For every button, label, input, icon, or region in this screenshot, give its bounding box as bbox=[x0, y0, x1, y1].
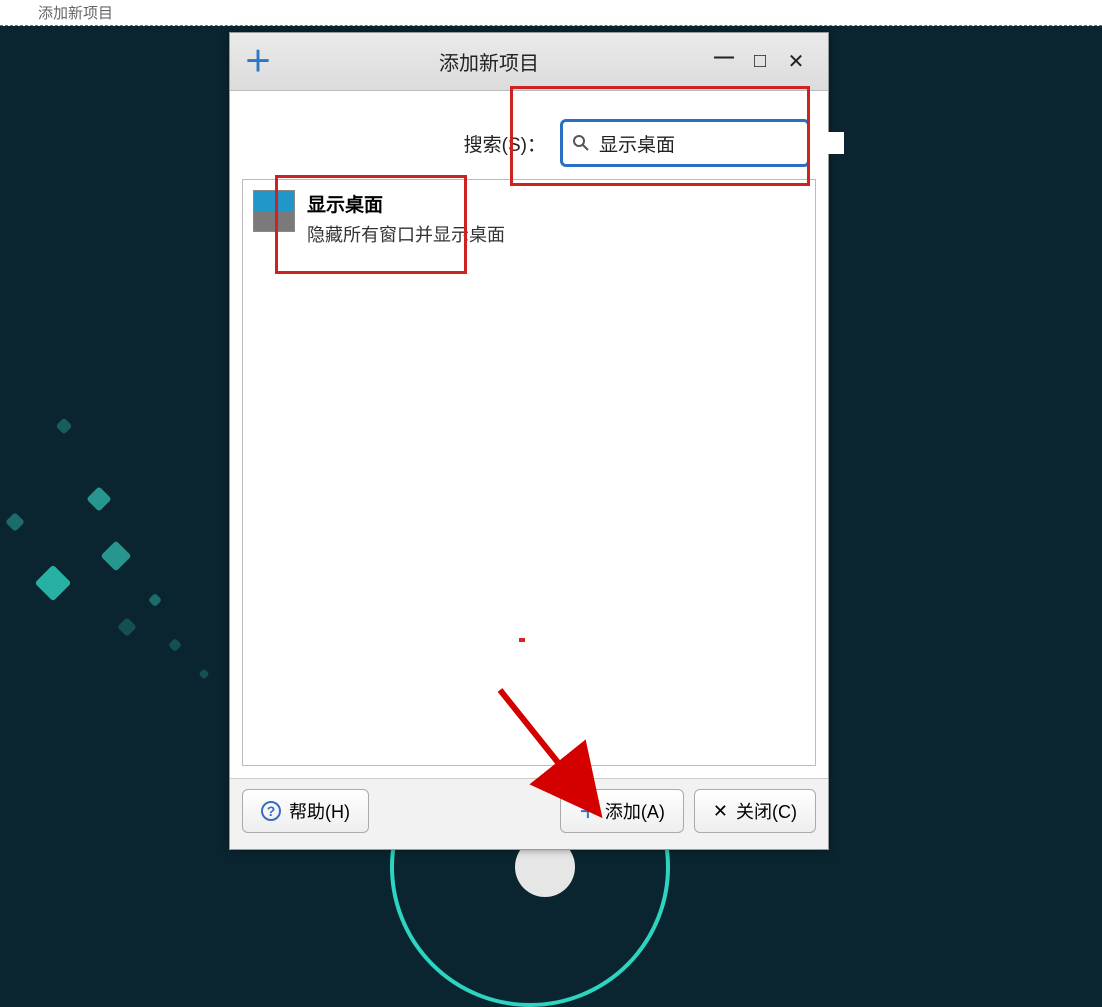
help-icon: ? bbox=[261, 801, 281, 821]
list-item-title: 显示桌面 bbox=[307, 190, 505, 217]
search-input[interactable] bbox=[599, 132, 844, 154]
close-button-label: 关闭(C) bbox=[736, 798, 797, 824]
help-button[interactable]: ? 帮助(H) bbox=[242, 789, 369, 833]
close-button[interactable]: ✕ 关闭(C) bbox=[694, 789, 816, 833]
plus-icon: ＋ bbox=[579, 798, 597, 824]
add-button[interactable]: ＋ 添加(A) bbox=[560, 789, 684, 833]
search-row: 搜索(S)： bbox=[230, 91, 828, 179]
search-label: 搜索(S)： bbox=[464, 130, 546, 157]
help-button-label: 帮助(H) bbox=[289, 798, 350, 824]
maximize-button[interactable]: □ bbox=[742, 50, 778, 73]
desktop-decoration bbox=[168, 638, 182, 652]
minimize-button[interactable]: — bbox=[706, 46, 742, 69]
search-box[interactable] bbox=[560, 119, 810, 167]
parent-toolbar-label: 添加新项目 bbox=[38, 2, 113, 23]
search-icon bbox=[571, 133, 591, 153]
dialog-title: 添加新项目 bbox=[272, 47, 706, 76]
desktop-decoration bbox=[56, 418, 73, 435]
results-list[interactable]: 显示桌面 隐藏所有窗口并显示桌面 bbox=[242, 179, 816, 766]
list-item-show-desktop[interactable]: 显示桌面 隐藏所有窗口并显示桌面 bbox=[243, 180, 815, 257]
titlebar[interactable]: ＋ 添加新项目 — □ ✕ bbox=[230, 33, 828, 91]
plus-icon: ＋ bbox=[244, 48, 272, 76]
desktop-decoration bbox=[117, 617, 137, 637]
list-item-desc: 隐藏所有窗口并显示桌面 bbox=[307, 221, 505, 247]
desktop-decoration bbox=[198, 668, 209, 679]
desktop-decoration bbox=[5, 512, 25, 532]
desktop-decoration bbox=[148, 593, 162, 607]
dialog-footer: ? 帮助(H) ＋ 添加(A) ✕ 关闭(C) bbox=[230, 778, 828, 849]
annotation-dot bbox=[519, 638, 525, 642]
desktop-decoration bbox=[35, 565, 72, 602]
desktop-decoration bbox=[100, 540, 131, 571]
parent-toolbar: 添加新项目 bbox=[0, 0, 1102, 26]
close-window-button[interactable]: ✕ bbox=[778, 49, 814, 74]
desktop-decoration bbox=[86, 486, 111, 511]
show-desktop-icon bbox=[253, 190, 295, 232]
close-icon: ✕ bbox=[713, 801, 728, 822]
add-button-label: 添加(A) bbox=[605, 798, 665, 824]
add-item-dialog: ＋ 添加新项目 — □ ✕ 搜索(S)： 显示桌面 隐藏所有窗口并显示桌面 ? bbox=[229, 32, 829, 850]
